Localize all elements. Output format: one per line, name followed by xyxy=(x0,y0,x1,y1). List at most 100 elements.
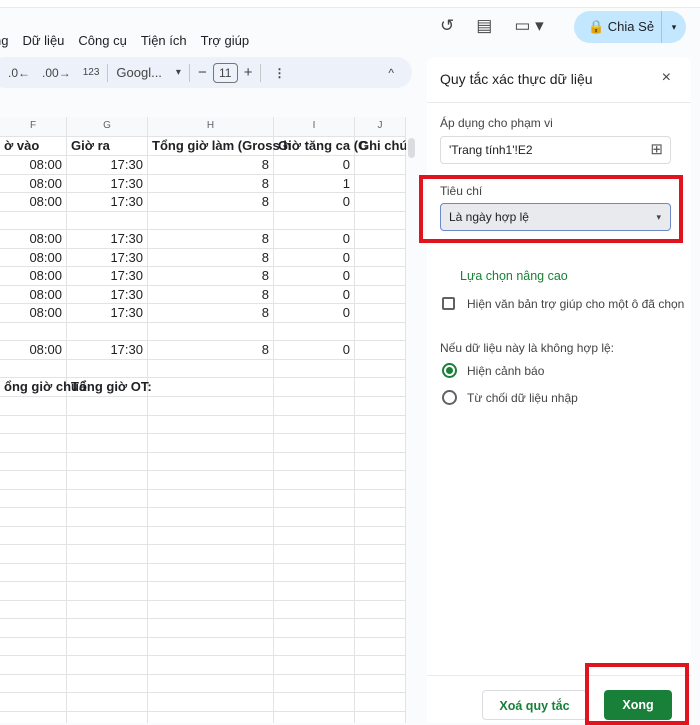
col-i-cell[interactable] xyxy=(274,359,355,377)
col-h-cell[interactable] xyxy=(148,434,274,452)
help-text-checkbox[interactable] xyxy=(442,297,455,310)
col-f-cell[interactable] xyxy=(0,637,67,655)
col-g-cell[interactable]: 17:30 xyxy=(67,285,148,303)
col-g-cell[interactable]: 17:30 xyxy=(67,248,148,266)
col-h-cell[interactable] xyxy=(148,711,274,723)
col-g-cell[interactable]: 17:30 xyxy=(67,230,148,248)
show-warning-radio[interactable] xyxy=(442,363,457,378)
col-i-cell[interactable]: 0 xyxy=(274,341,355,359)
col-g-cell[interactable] xyxy=(67,322,148,340)
col-f-cell[interactable] xyxy=(0,600,67,618)
col-h-cell[interactable]: 8 xyxy=(148,285,274,303)
col-g-cell[interactable]: Giờ ra xyxy=(67,137,148,155)
remove-rule-button[interactable]: Xoá quy tắc xyxy=(482,690,587,720)
col-g-cell[interactable] xyxy=(67,508,148,526)
col-g-cell[interactable]: G xyxy=(67,117,148,136)
col-h-cell[interactable]: 8 xyxy=(148,174,274,192)
col-h-cell[interactable]: 8 xyxy=(148,248,274,266)
col-i-cell[interactable] xyxy=(274,378,355,396)
menu-help[interactable]: Trợ giúp xyxy=(201,33,250,48)
col-j-cell[interactable] xyxy=(355,156,406,174)
range-input[interactable]: 'Trang tính1'!E2 ⊞ xyxy=(440,136,671,164)
col-j-cell[interactable] xyxy=(355,415,406,433)
col-j-cell[interactable] xyxy=(355,267,406,285)
col-f-cell[interactable] xyxy=(0,526,67,544)
col-g-cell[interactable] xyxy=(67,359,148,377)
advanced-options-link[interactable]: Lựa chọn nâng cao xyxy=(460,269,568,283)
col-f-cell[interactable] xyxy=(0,545,67,563)
col-f-cell[interactable] xyxy=(0,563,67,581)
col-j-cell[interactable] xyxy=(355,452,406,470)
col-h-cell[interactable]: 8 xyxy=(148,156,274,174)
close-icon[interactable]: × xyxy=(662,69,671,87)
col-i-cell[interactable] xyxy=(274,434,355,452)
col-i-cell[interactable] xyxy=(274,711,355,723)
col-i-cell[interactable] xyxy=(274,600,355,618)
col-g-cell[interactable]: 17:30 xyxy=(67,267,148,285)
col-j-cell[interactable] xyxy=(355,397,406,415)
menu-extensions[interactable]: Tiện ích xyxy=(141,33,187,48)
col-h-cell[interactable] xyxy=(148,359,274,377)
col-j-cell[interactable] xyxy=(355,674,406,692)
col-g-cell[interactable]: Tổng giờ OT: xyxy=(67,378,152,396)
col-g-cell[interactable] xyxy=(67,471,148,489)
col-j-cell[interactable] xyxy=(355,545,406,563)
col-i-cell[interactable] xyxy=(274,526,355,544)
col-j-cell[interactable] xyxy=(355,322,406,340)
col-h-cell[interactable] xyxy=(148,322,274,340)
col-j-cell[interactable] xyxy=(355,471,406,489)
col-i-cell[interactable] xyxy=(274,563,355,581)
col-h-cell[interactable] xyxy=(148,656,274,674)
col-h-cell[interactable] xyxy=(148,600,274,618)
col-f-cell[interactable]: 08:00 xyxy=(0,174,67,192)
col-h-cell[interactable] xyxy=(148,674,274,692)
increase-decimal-button[interactable]: .00→ xyxy=(42,66,71,80)
reject-input-radio[interactable] xyxy=(442,390,457,405)
col-f-cell[interactable] xyxy=(0,434,67,452)
col-j-cell[interactable] xyxy=(355,600,406,618)
col-g-cell[interactable]: 17:30 xyxy=(67,304,148,322)
col-g-cell[interactable] xyxy=(67,434,148,452)
col-j-cell[interactable] xyxy=(355,582,406,600)
col-h-cell[interactable]: 8 xyxy=(148,341,274,359)
col-i-cell[interactable] xyxy=(274,489,355,507)
col-f-cell[interactable]: 08:00 xyxy=(0,285,67,303)
col-f-cell[interactable] xyxy=(0,452,67,470)
col-g-cell[interactable] xyxy=(67,545,148,563)
col-h-cell[interactable] xyxy=(148,452,274,470)
col-f-cell[interactable] xyxy=(0,674,67,692)
col-i-cell[interactable] xyxy=(274,582,355,600)
col-i-cell[interactable] xyxy=(274,397,355,415)
col-f-cell[interactable] xyxy=(0,471,67,489)
col-g-cell[interactable] xyxy=(67,489,148,507)
col-f-cell[interactable] xyxy=(0,489,67,507)
col-f-cell[interactable]: ờ vào xyxy=(0,137,67,155)
col-f-cell[interactable] xyxy=(0,508,67,526)
col-h-cell[interactable] xyxy=(148,508,274,526)
col-h-cell[interactable] xyxy=(148,211,274,229)
col-i-cell[interactable] xyxy=(274,415,355,433)
col-g-cell[interactable] xyxy=(67,600,148,618)
menu-tools[interactable]: Công cụ xyxy=(78,33,126,48)
col-f-cell[interactable]: 08:00 xyxy=(0,156,67,174)
col-j-cell[interactable] xyxy=(355,637,406,655)
col-g-cell[interactable] xyxy=(67,211,148,229)
col-j-cell[interactable] xyxy=(355,211,406,229)
col-j-cell[interactable] xyxy=(355,285,406,303)
collapse-toolbar-icon[interactable]: ^ xyxy=(388,66,394,80)
col-j-cell[interactable] xyxy=(355,248,406,266)
col-g-cell[interactable] xyxy=(67,397,148,415)
col-h-cell[interactable]: H xyxy=(148,117,274,136)
col-j-cell[interactable] xyxy=(355,193,406,211)
col-g-cell[interactable] xyxy=(67,582,148,600)
col-h-cell[interactable] xyxy=(148,563,274,581)
col-h-cell[interactable] xyxy=(148,619,274,637)
col-h-cell[interactable] xyxy=(148,545,274,563)
col-g-cell[interactable]: 17:30 xyxy=(67,156,148,174)
col-i-cell[interactable] xyxy=(274,508,355,526)
col-j-cell[interactable] xyxy=(355,619,406,637)
version-history-icon[interactable]: ↺ xyxy=(440,16,454,36)
col-g-cell[interactable] xyxy=(67,674,148,692)
col-i-cell[interactable]: 1 xyxy=(274,174,355,192)
col-g-cell[interactable] xyxy=(67,693,148,711)
